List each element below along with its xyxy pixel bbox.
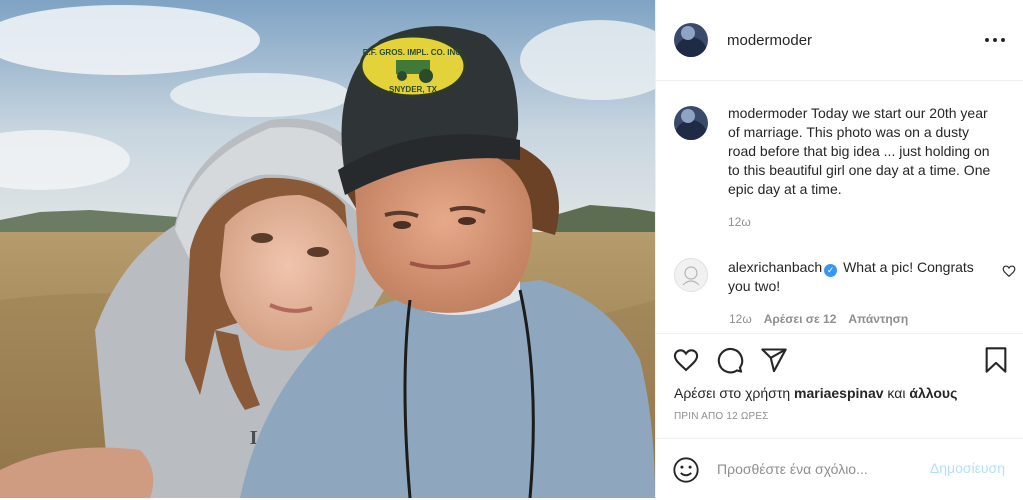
- bookmark-icon[interactable]: [982, 346, 1010, 374]
- heart-icon[interactable]: [672, 346, 700, 374]
- likes-summary: Αρέσει στο χρήστη mariaespinav και άλλου…: [674, 385, 957, 401]
- verified-badge-icon: ✓: [824, 264, 838, 277]
- post-photo[interactable]: LUCK R.F. GROS. IMPL. CO. INC. SNYDER, T…: [0, 0, 655, 498]
- comment-likes-count[interactable]: Αρέσει σε 12: [764, 312, 837, 326]
- author-username[interactable]: modermoder: [727, 32, 812, 49]
- author-avatar[interactable]: [674, 23, 708, 57]
- commenter-avatar[interactable]: [674, 258, 708, 292]
- post-header: modermoder: [656, 0, 1023, 81]
- commenter-username[interactable]: alexrichanbach: [728, 259, 822, 275]
- caption-time[interactable]: 12ω: [728, 213, 996, 232]
- caption-username[interactable]: modermoder: [728, 105, 807, 121]
- post-caption: modermoder Today we start our 20th year …: [674, 104, 1014, 232]
- emoji-icon[interactable]: [672, 456, 700, 484]
- photo-illustration: LUCK R.F. GROS. IMPL. CO. INC. SNYDER, T…: [0, 0, 655, 498]
- comment-item: alexrichanbach ✓ What a pic! Congrats you…: [674, 258, 1016, 296]
- more-options-icon[interactable]: [985, 30, 1005, 50]
- action-bar: [672, 346, 1010, 374]
- share-icon[interactable]: [760, 346, 788, 374]
- comment-time[interactable]: 12ω: [729, 312, 752, 326]
- cap-patch-text-top: R.F. GROS. IMPL. CO. INC.: [363, 48, 463, 57]
- add-comment-bar: Δημοσίευση: [656, 438, 1023, 500]
- comment-input[interactable]: [717, 457, 907, 481]
- comment-icon[interactable]: [716, 346, 744, 374]
- comment-like-heart-icon[interactable]: [1002, 264, 1016, 278]
- cap-patch-text-bottom: SNYDER, TX: [389, 85, 438, 94]
- likes-connector: και: [887, 385, 906, 401]
- post-timestamp[interactable]: ΠΡΙΝ ΑΠΟ 12 ΩΡΕΣ: [674, 411, 769, 422]
- publish-button[interactable]: Δημοσίευση: [930, 460, 1005, 476]
- likes-others-link[interactable]: άλλους: [909, 385, 957, 401]
- comment-meta: 12ω Αρέσει σε 12 Απάντηση: [729, 312, 908, 326]
- post-actions-area: Αρέσει στο χρήστη mariaespinav και άλλου…: [656, 333, 1023, 499]
- instagram-post: LUCK R.F. GROS. IMPL. CO. INC. SNYDER, T…: [0, 0, 1023, 498]
- post-side-panel: modermoder modermoder Today we start our…: [655, 0, 1023, 498]
- likes-prefix: Αρέσει στο χρήστη: [674, 385, 791, 401]
- likes-user-link[interactable]: mariaespinav: [794, 385, 884, 401]
- caption-author-avatar[interactable]: [674, 106, 708, 140]
- comment-reply-button[interactable]: Απάντηση: [848, 312, 908, 326]
